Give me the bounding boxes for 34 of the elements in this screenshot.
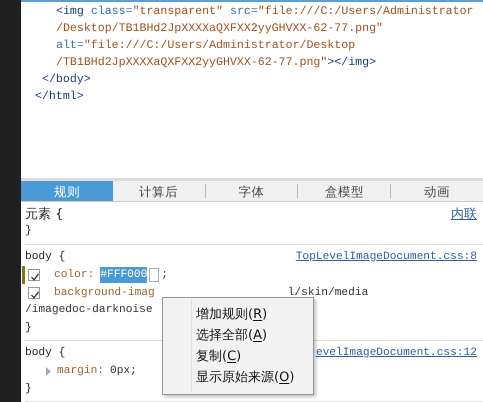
property-value: l/skin/media (288, 286, 368, 301)
tab[interactable]: 字体 (204, 184, 298, 198)
selector-text: body { (25, 250, 66, 264)
menu-item[interactable]: 复制(C) (163, 346, 242, 367)
source-link[interactable]: 内联 (451, 206, 477, 223)
source-link[interactable]: evelImageDocument.css:12 (316, 345, 477, 362)
code-line: /TB1BHd2JpXXXXaQXFXX2yyGHVXX-62-77.png"></img> (56, 55, 378, 71)
menu-item[interactable]: 选择全部(A) (163, 325, 268, 346)
code-line: /Desktop/TB1BHd2JpXXXXaQXFXX2yyGHVXX-62-77.png" (56, 21, 384, 37)
tab[interactable]: 盒模型 (297, 184, 390, 198)
tab[interactable]: 动画 (390, 184, 483, 198)
brace-text: } (25, 224, 32, 239)
checkbox[interactable] (28, 269, 40, 281)
property-value[interactable]: 0px (110, 363, 130, 380)
property-value: /imagedoc-darknoise (25, 302, 153, 318)
menu-item[interactable]: 显示原始来源(O) (163, 367, 294, 388)
code-line: </html> (35, 89, 85, 105)
checkbox[interactable] (28, 287, 40, 299)
code-line: <img class="transparent" src="file:///C:/Users/Administrator (56, 4, 475, 20)
property-name: background-imag (54, 286, 155, 301)
menu-item[interactable]: 增加规则(R) (163, 304, 268, 325)
code-line: </body> (42, 72, 92, 88)
selector-text: 元素 { (25, 206, 64, 223)
tab[interactable]: 计算后 (112, 180, 205, 200)
semicolon-text: ; (130, 364, 137, 380)
brace-text: } (25, 382, 32, 396)
source-link[interactable]: TopLevelImageDocument.css:8 (296, 248, 477, 266)
brace-text: } (25, 320, 32, 336)
text-cursor-box (149, 268, 160, 282)
selector-text: body { (25, 346, 66, 361)
property-name: margin: (57, 364, 104, 380)
semicolon-text: ; (161, 268, 168, 283)
property-name: color: (54, 268, 94, 283)
code-line: alt="file:///C:/Users/Administrator/Desktop (56, 38, 356, 54)
